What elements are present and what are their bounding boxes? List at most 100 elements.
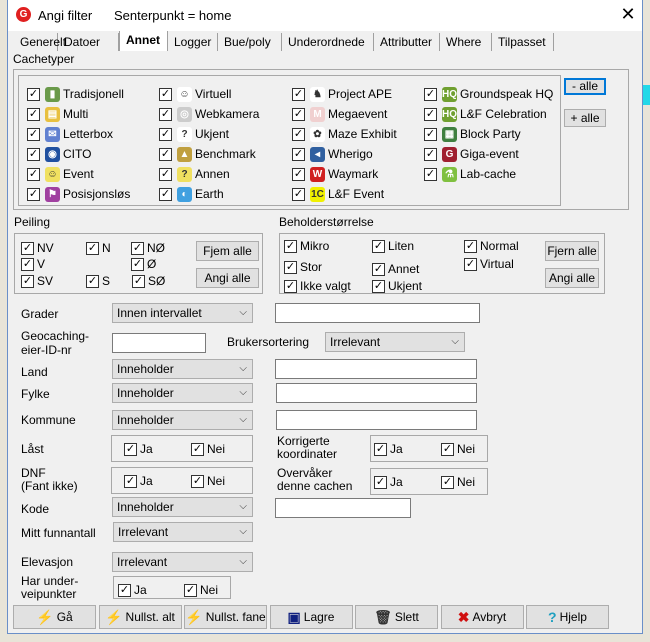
cachetype-label: Lab-cache xyxy=(460,167,517,181)
cachetype-checkbox[interactable]: ✓ xyxy=(159,148,172,161)
cachetype-checkbox[interactable]: ✓ xyxy=(27,108,40,121)
beholder-remove-all-button[interactable]: Fjern alle xyxy=(545,241,599,261)
avbryt-button[interactable]: ✖ Avbryt xyxy=(440,605,524,629)
korrigerte-no-checkbox[interactable]: ✓ xyxy=(441,443,454,456)
peiling-3-checkbox[interactable]: ✓ xyxy=(21,258,34,271)
cachetype-checkbox[interactable]: ✓ xyxy=(424,128,437,141)
beholder-4-checkbox[interactable]: ✓ xyxy=(372,263,385,276)
cachetype-checkbox[interactable]: ✓ xyxy=(159,168,172,181)
tab-annet[interactable]: Annet xyxy=(119,31,168,51)
cachetype-checkbox[interactable]: ✓ xyxy=(424,88,437,101)
cachetype-checkbox[interactable]: ✓ xyxy=(292,128,305,141)
tab-tilpasset[interactable]: Tilpasset xyxy=(492,33,554,51)
cachetype-checkbox[interactable]: ✓ xyxy=(159,128,172,141)
land-input[interactable] xyxy=(275,359,477,379)
elevasjon-select[interactable]: Irrelevant ⌵ xyxy=(112,552,253,572)
brukersortering-select[interactable]: Irrelevant ⌵ xyxy=(325,332,465,352)
peiling-remove-all-button[interactable]: Fjem alle xyxy=(196,241,259,261)
under-no-checkbox[interactable]: ✓ xyxy=(184,584,197,597)
cachetype-checkbox[interactable]: ✓ xyxy=(27,128,40,141)
peiling-7-checkbox[interactable]: ✓ xyxy=(132,275,145,288)
kode-select[interactable]: Inneholder ⌵ xyxy=(112,497,253,517)
tab-generelt[interactable]: Generelt xyxy=(14,33,66,51)
beholder-6-checkbox[interactable]: ✓ xyxy=(284,280,297,293)
cachetype-checkbox[interactable]: ✓ xyxy=(424,108,437,121)
funnantall-select[interactable]: Irrelevant ⌵ xyxy=(113,522,253,542)
cachetype-checkbox[interactable]: ✓ xyxy=(159,188,172,201)
hjelp-button[interactable]: ? Hjelp xyxy=(526,605,609,629)
cito-icon: ◉ xyxy=(45,147,60,162)
kode-input[interactable] xyxy=(275,498,411,518)
land-select[interactable]: Inneholder ⌵ xyxy=(112,359,253,379)
peiling-set-all-button[interactable]: Angi alle xyxy=(196,268,259,288)
nullstalt-button[interactable]: ⚡ Nullst. alt xyxy=(98,605,182,629)
cachetype-checkbox[interactable]: ✓ xyxy=(292,108,305,121)
beholder-3-checkbox[interactable]: ✓ xyxy=(284,261,297,274)
beholder-0-checkbox[interactable]: ✓ xyxy=(284,240,297,253)
cachetype-checkbox[interactable]: ✓ xyxy=(27,88,40,101)
tab-datoer[interactable]: Datoer xyxy=(58,33,119,51)
overvaaker-yes-checkbox[interactable]: ✓ xyxy=(374,476,387,489)
tab-buepoly[interactable]: Bue/poly xyxy=(218,33,282,51)
elevasjon-label: Elevasjon xyxy=(21,555,74,569)
cachetype-label: Block Party xyxy=(460,127,521,141)
beholder-5-checkbox[interactable]: ✓ xyxy=(464,258,477,271)
button-label: Gå xyxy=(56,610,73,624)
close-button[interactable]: ✕ xyxy=(618,4,638,25)
dnf-yes-checkbox[interactable]: ✓ xyxy=(124,475,137,488)
peiling-1-checkbox[interactable]: ✓ xyxy=(86,242,99,255)
tab-logger[interactable]: Logger xyxy=(168,33,218,51)
korrigerte-yes-checkbox[interactable]: ✓ xyxy=(374,443,387,456)
laast-yes-checkbox[interactable]: ✓ xyxy=(124,443,137,456)
cachetype-checkbox[interactable]: ✓ xyxy=(292,88,305,101)
grader-select-value: Innen intervallet xyxy=(117,306,202,320)
gå-button[interactable]: ⚡ Gå xyxy=(13,605,96,629)
cachetype-label: Virtuell xyxy=(195,87,232,101)
minus-all-button[interactable]: - alle xyxy=(564,78,606,95)
peiling-1-label: N xyxy=(102,241,111,255)
tab-where[interactable]: Where xyxy=(440,33,492,51)
beholder-1-checkbox[interactable]: ✓ xyxy=(372,240,385,253)
grader-input[interactable] xyxy=(275,303,480,323)
save-icon: ▣ xyxy=(287,608,301,625)
cachetype-checkbox[interactable]: ✓ xyxy=(292,188,305,201)
cachetype-checkbox[interactable]: ✓ xyxy=(292,168,305,181)
beholder-set-all-button[interactable]: Angi alle xyxy=(545,268,599,288)
lagre-button[interactable]: ▣ Lagre xyxy=(269,605,353,629)
cachetype-checkbox[interactable]: ✓ xyxy=(424,148,437,161)
chevron-down-icon: ⌵ xyxy=(239,501,247,512)
kommune-select[interactable]: Inneholder ⌵ xyxy=(112,410,253,430)
nullstfane-button[interactable]: ⚡ Nullst. fane xyxy=(184,605,267,629)
cachetype-checkbox[interactable]: ✓ xyxy=(159,88,172,101)
peiling-2-checkbox[interactable]: ✓ xyxy=(131,242,144,255)
cachetype-checkbox[interactable]: ✓ xyxy=(424,168,437,181)
beholder-7-checkbox[interactable]: ✓ xyxy=(372,280,385,293)
laast-no-checkbox[interactable]: ✓ xyxy=(191,443,204,456)
plus-all-button[interactable]: + alle xyxy=(564,109,606,127)
peiling-6-checkbox[interactable]: ✓ xyxy=(86,275,99,288)
overvaaker-no-checkbox[interactable]: ✓ xyxy=(441,476,454,489)
beholder-0-label: Mikro xyxy=(300,239,330,253)
eier-id-input[interactable] xyxy=(112,333,206,353)
peiling-0-checkbox[interactable]: ✓ xyxy=(21,242,34,255)
cachetype-checkbox[interactable]: ✓ xyxy=(27,168,40,181)
slett-button[interactable]: 🗑 Slett xyxy=(355,605,438,629)
under-yes-checkbox[interactable]: ✓ xyxy=(118,584,131,597)
peiling-5-checkbox[interactable]: ✓ xyxy=(21,275,34,288)
tab-attributter[interactable]: Attributter xyxy=(374,33,440,51)
dnf-yes-label: Ja xyxy=(140,474,153,488)
kommune-input[interactable] xyxy=(276,410,477,430)
beholder-2-checkbox[interactable]: ✓ xyxy=(464,240,477,253)
cachetype-checkbox[interactable]: ✓ xyxy=(27,188,40,201)
fylke-input[interactable] xyxy=(276,383,477,403)
cachetype-checkbox[interactable]: ✓ xyxy=(292,148,305,161)
cachetype-checkbox[interactable]: ✓ xyxy=(27,148,40,161)
fylke-select[interactable]: Inneholder ⌵ xyxy=(112,383,253,403)
dnf-no-checkbox[interactable]: ✓ xyxy=(191,475,204,488)
chevron-down-icon: ⌵ xyxy=(239,556,247,567)
hq-icon: HQ xyxy=(442,87,457,102)
peiling-4-checkbox[interactable]: ✓ xyxy=(131,258,144,271)
tab-underordnede[interactable]: Underordnede xyxy=(282,33,374,51)
grader-select[interactable]: Innen intervallet ⌵ xyxy=(112,303,253,323)
cachetype-checkbox[interactable]: ✓ xyxy=(159,108,172,121)
